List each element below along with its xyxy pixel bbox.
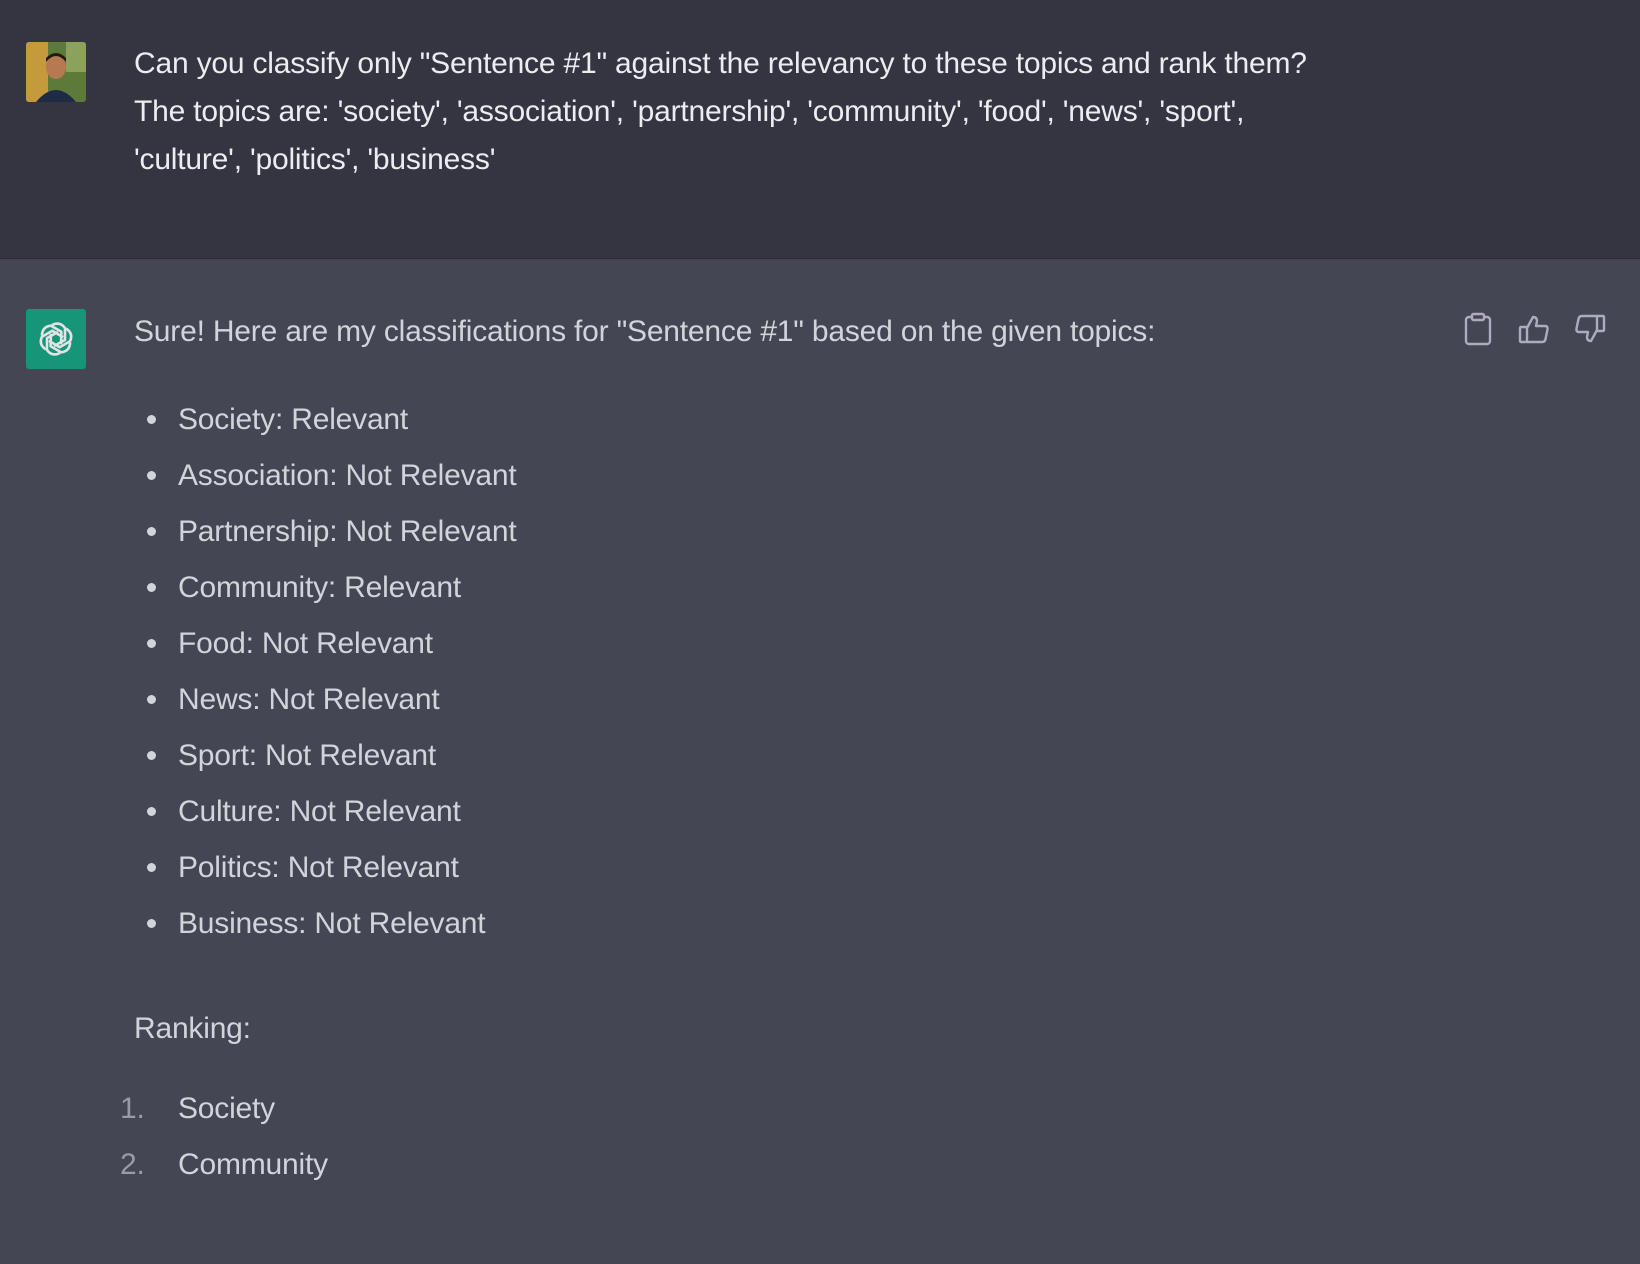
- thumbs-down-button[interactable]: [1572, 311, 1608, 347]
- list-item: Association: Not Relevant: [134, 448, 517, 504]
- classification-text: Sport: Not Relevant: [178, 739, 436, 772]
- user-message-turn: Can you classify only "Sentence #1" agai…: [0, 0, 1640, 259]
- classification-text: Partnership: Not Relevant: [178, 515, 517, 548]
- bullet-icon: [147, 471, 156, 480]
- list-item: Sport: Not Relevant: [134, 728, 517, 784]
- user-message-line: The topics are: 'society', 'association'…: [134, 95, 1245, 128]
- bullet-icon: [147, 751, 156, 760]
- user-avatar: [26, 42, 86, 102]
- user-message-line: Can you classify only "Sentence #1" agai…: [134, 47, 1307, 80]
- ranking-heading: Ranking:: [134, 1012, 251, 1045]
- bullet-icon: [147, 695, 156, 704]
- list-item: Partnership: Not Relevant: [134, 504, 517, 560]
- list-item: Politics: Not Relevant: [134, 840, 517, 896]
- rank-number: 2.: [120, 1148, 145, 1181]
- thumbs-up-icon: [1518, 315, 1549, 344]
- bullet-icon: [147, 527, 156, 536]
- rank-number: 1.: [120, 1092, 145, 1125]
- list-item: Society: Relevant: [134, 392, 517, 448]
- ranking-list: 1. Society 2. Community: [120, 1081, 328, 1193]
- user-message-text: Can you classify only "Sentence #1" agai…: [134, 40, 1574, 184]
- message-actions: [1460, 311, 1620, 351]
- openai-logo-icon: [39, 322, 73, 356]
- classification-text: Society: Relevant: [178, 403, 409, 436]
- classification-text: Politics: Not Relevant: [178, 851, 459, 884]
- classification-text: News: Not Relevant: [178, 683, 440, 716]
- classification-text: Business: Not Relevant: [178, 907, 486, 940]
- list-item: Community: Relevant: [134, 560, 517, 616]
- assistant-message-turn: Sure! Here are my classifications for "S…: [0, 259, 1640, 1264]
- classification-text: Association: Not Relevant: [178, 459, 517, 492]
- list-item: Business: Not Relevant: [134, 896, 517, 952]
- bullet-icon: [147, 415, 156, 424]
- list-item: News: Not Relevant: [134, 672, 517, 728]
- list-item: Food: Not Relevant: [134, 616, 517, 672]
- user-message-line: 'culture', 'politics', 'business': [134, 143, 496, 176]
- bullet-icon: [147, 919, 156, 928]
- bullet-icon: [147, 639, 156, 648]
- clipboard-icon: [1464, 312, 1492, 346]
- assistant-intro-text: Sure! Here are my classifications for "S…: [134, 315, 1156, 348]
- classification-list: Society: Relevant Association: Not Relev…: [134, 392, 517, 952]
- thumbs-down-icon: [1575, 314, 1606, 343]
- list-item: 1. Society: [120, 1081, 328, 1137]
- list-item: Culture: Not Relevant: [134, 784, 517, 840]
- bullet-icon: [147, 583, 156, 592]
- rank-label: Community: [178, 1148, 328, 1181]
- classification-text: Culture: Not Relevant: [178, 795, 461, 828]
- thumbs-up-button[interactable]: [1516, 311, 1552, 347]
- assistant-avatar: [26, 309, 86, 369]
- classification-text: Community: Relevant: [178, 571, 461, 604]
- list-item: 2. Community: [120, 1137, 328, 1193]
- bullet-icon: [147, 863, 156, 872]
- copy-button[interactable]: [1460, 311, 1496, 347]
- user-avatar-photo: [26, 42, 86, 102]
- rank-label: Society: [178, 1092, 275, 1125]
- classification-text: Food: Not Relevant: [178, 627, 433, 660]
- bullet-icon: [147, 807, 156, 816]
